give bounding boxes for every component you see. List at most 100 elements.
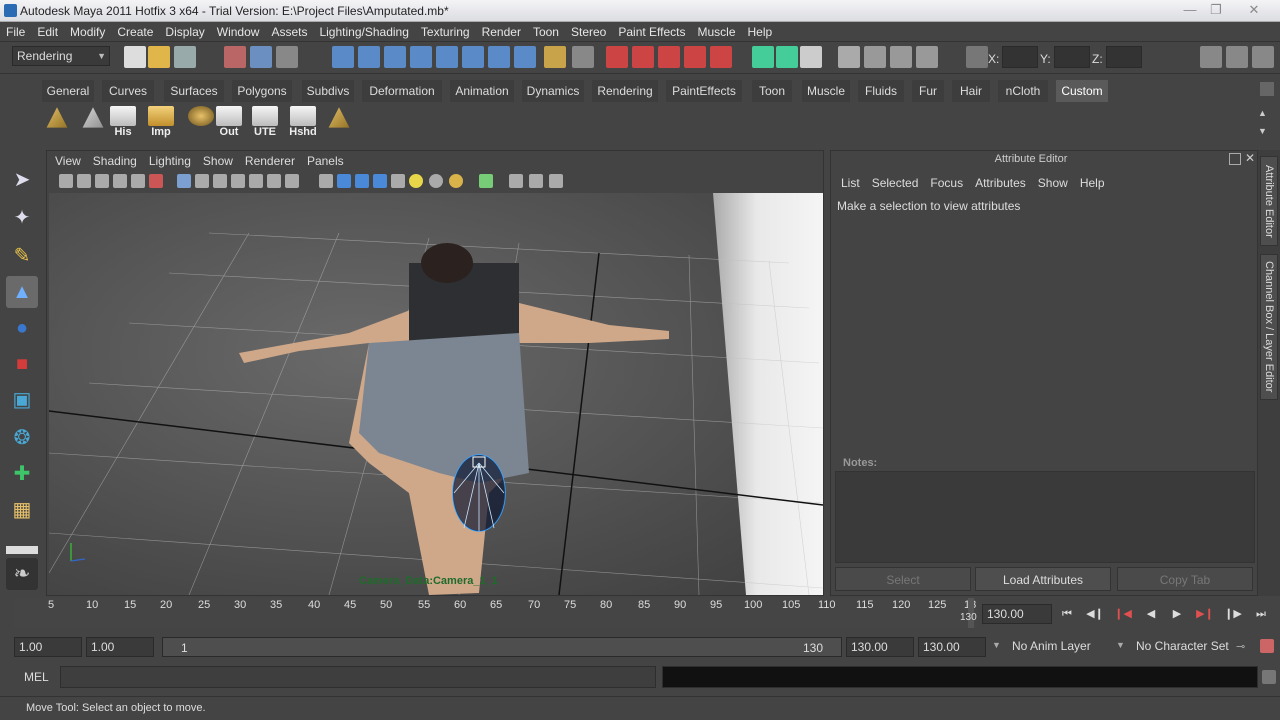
ae-menu-selected[interactable]: Selected — [866, 175, 925, 191]
y-field[interactable] — [1054, 46, 1090, 68]
tab-polygons[interactable]: Polygons — [232, 80, 292, 102]
shelf-button-out[interactable]: Out — [212, 106, 246, 138]
copy-tab-button[interactable]: Copy Tab — [1117, 567, 1253, 591]
manipulator-tool-icon[interactable]: ▣ — [6, 384, 38, 416]
ae-menu-focus[interactable]: Focus — [924, 175, 969, 191]
tab-general[interactable]: General — [42, 80, 94, 102]
save-scene-icon[interactable] — [174, 46, 196, 68]
snap-grid-icon[interactable] — [332, 46, 354, 68]
script-editor-icon[interactable] — [1262, 670, 1276, 684]
film-gate-icon[interactable] — [195, 174, 209, 188]
wireframe-on-shaded-icon[interactable] — [355, 174, 369, 188]
tab-curves[interactable]: Curves — [102, 80, 154, 102]
menu-help[interactable]: Help — [742, 22, 779, 42]
ae-menu-help[interactable]: Help — [1074, 175, 1111, 191]
gear-icon[interactable] — [890, 46, 912, 68]
maximize-icon[interactable]: ❐ — [1202, 0, 1230, 20]
selection-mask-icon[interactable] — [572, 46, 594, 68]
menu-render[interactable]: Render — [476, 22, 527, 42]
x-field[interactable] — [1002, 46, 1038, 68]
xray-joints-icon[interactable] — [509, 174, 523, 188]
minimize-icon[interactable]: — — [1176, 0, 1204, 20]
viewport-scene[interactable]: Camera_Data:Camera_1_1 — [49, 193, 823, 595]
menu-stereo[interactable]: Stereo — [565, 22, 612, 42]
side-tab-attribute-editor[interactable]: Attribute Editor — [1260, 156, 1278, 246]
menu-paint-effects[interactable]: Paint Effects — [612, 22, 691, 42]
ipr-render-icon[interactable] — [658, 46, 680, 68]
tab-custom[interactable]: Custom — [1056, 80, 1108, 102]
viewport-menu-panels[interactable]: Panels — [301, 151, 350, 171]
tab-toon[interactable]: Toon — [752, 80, 792, 102]
shelf-button-imp[interactable]: Imp — [144, 106, 178, 138]
float-panel-icon[interactable] — [1229, 153, 1241, 165]
menu-toon[interactable]: Toon — [527, 22, 565, 42]
field-chart-icon[interactable] — [249, 174, 263, 188]
menu-assets[interactable]: Assets — [265, 22, 313, 42]
two-d-pan-icon[interactable] — [131, 174, 145, 188]
snap-live-icon[interactable] — [488, 46, 510, 68]
step-forward-frame-icon[interactable]: ❙▶ — [1222, 604, 1244, 624]
shelf-button-hshd[interactable]: Hshd — [286, 106, 320, 138]
select-tool-icon[interactable]: ➤ — [6, 164, 38, 196]
command-input[interactable] — [60, 666, 656, 688]
render-frame-icon[interactable] — [632, 46, 654, 68]
use-all-lights-icon[interactable] — [391, 174, 405, 188]
select-camera-icon[interactable] — [59, 174, 73, 188]
attribute-editor-toggle-icon[interactable] — [1200, 46, 1222, 68]
menuset-dropdown[interactable]: Rendering ▼ — [12, 46, 110, 66]
node-graph-icon[interactable] — [549, 174, 563, 188]
xray-icon[interactable] — [449, 174, 463, 188]
shelf-button-his[interactable]: His — [106, 106, 140, 138]
soft-mod-tool-icon[interactable]: ❂ — [6, 422, 38, 454]
end-time-field[interactable]: 130.00 — [918, 637, 986, 657]
key-icon[interactable]: ⊸ — [1236, 640, 1245, 653]
resolution-gate-icon[interactable] — [213, 174, 227, 188]
hud-icon[interactable] — [529, 174, 543, 188]
default-light-icon[interactable] — [409, 174, 423, 188]
lock-icon[interactable] — [544, 46, 566, 68]
ae-menu-show[interactable]: Show — [1032, 175, 1074, 191]
shadow-icon[interactable] — [429, 174, 443, 188]
camera-icon[interactable] — [864, 46, 886, 68]
shelf-button-plane[interactable] — [76, 106, 110, 138]
load-attributes-button[interactable]: Load Attributes — [975, 567, 1111, 591]
close-icon[interactable]: ✕ — [1240, 0, 1268, 20]
shelf-button-poly-grid[interactable] — [40, 106, 74, 138]
viewport-menu-shading[interactable]: Shading — [87, 151, 143, 171]
select-component-icon[interactable] — [276, 46, 298, 68]
play-backward-icon[interactable]: ◀ — [1140, 604, 1162, 624]
select-object-icon[interactable] — [250, 46, 272, 68]
current-frame-field[interactable]: 130.00 — [982, 604, 1052, 624]
smooth-shade-icon[interactable] — [337, 174, 351, 188]
menu-texturing[interactable]: Texturing — [415, 22, 476, 42]
menu-window[interactable]: Window — [211, 22, 266, 42]
character-set-dropdown[interactable]: No Character Set — [1132, 637, 1232, 657]
start-time-field[interactable]: 1.00 — [14, 637, 82, 657]
mel-label[interactable]: MEL — [24, 670, 49, 684]
ae-menu-attributes[interactable]: Attributes — [969, 175, 1032, 191]
viewport-menu-view[interactable]: View — [49, 151, 87, 171]
menu-lighting-shading[interactable]: Lighting/Shading — [313, 22, 414, 42]
render-view-icon[interactable] — [838, 46, 860, 68]
snap-curve-icon[interactable] — [358, 46, 380, 68]
side-tab-channel-box[interactable]: Channel Box / Layer Editor — [1260, 254, 1278, 400]
last-tool-icon[interactable]: ✚ — [6, 458, 38, 490]
tab-fur[interactable]: Fur — [912, 80, 944, 102]
menu-create[interactable]: Create — [111, 22, 159, 42]
shelf-button-poly-grid-2[interactable] — [322, 106, 356, 138]
channel-box-toggle-icon[interactable] — [1252, 46, 1274, 68]
tab-fluids[interactable]: Fluids — [858, 80, 904, 102]
viewport-menu-show[interactable]: Show — [197, 151, 239, 171]
snap-surface-icon[interactable] — [436, 46, 458, 68]
step-back-key-icon[interactable]: ❙◀ — [1112, 604, 1134, 624]
shelf-scroll-down-icon[interactable]: ▼ — [1258, 126, 1267, 136]
tab-rendering[interactable]: Rendering — [592, 80, 658, 102]
range-slider[interactable]: 1 130 — [162, 637, 842, 657]
step-forward-key-icon[interactable]: ▶❙ — [1194, 604, 1216, 624]
trash-icon[interactable] — [1260, 82, 1274, 96]
go-to-end-icon[interactable]: ⏭ — [1250, 604, 1272, 624]
menu-edit[interactable]: Edit — [31, 22, 64, 42]
notes-field[interactable] — [835, 471, 1255, 563]
close-panel-icon[interactable]: ✕ — [1245, 151, 1255, 165]
quick-layout-icon[interactable]: ❧ — [6, 558, 38, 590]
